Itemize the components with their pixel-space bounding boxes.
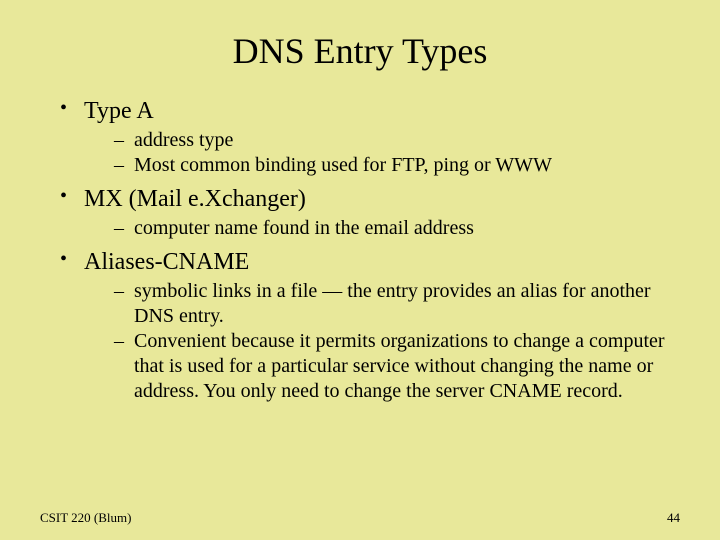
bullet-item: Type A address type Most common binding … [60,96,680,178]
footer-page-number: 44 [667,510,680,526]
sub-list: address type Most common binding used fo… [84,128,680,178]
sub-list: symbolic links in a file — the entry pro… [84,279,680,404]
footer-left: CSIT 220 (Blum) [40,510,132,526]
slide: DNS Entry Types Type A address type Most… [0,0,720,540]
sub-item: symbolic links in a file — the entry pro… [114,279,680,329]
bullet-item: MX (Mail e.Xchanger) computer name found… [60,184,680,241]
sub-item: Most common binding used for FTP, ping o… [114,153,680,178]
sub-list: computer name found in the email address [84,216,680,241]
bullet-list: Type A address type Most common binding … [40,96,680,404]
sub-item: computer name found in the email address [114,216,680,241]
sub-item: Convenient because it permits organizati… [114,329,680,404]
footer: CSIT 220 (Blum) 44 [0,510,720,526]
bullet-label: Aliases-CNAME [84,249,249,275]
bullet-item: Aliases-CNAME symbolic links in a file —… [60,247,680,404]
slide-title: DNS Entry Types [40,30,680,72]
bullet-label: MX (Mail e.Xchanger) [84,186,306,212]
sub-item: address type [114,128,680,153]
bullet-label: Type A [84,98,154,124]
